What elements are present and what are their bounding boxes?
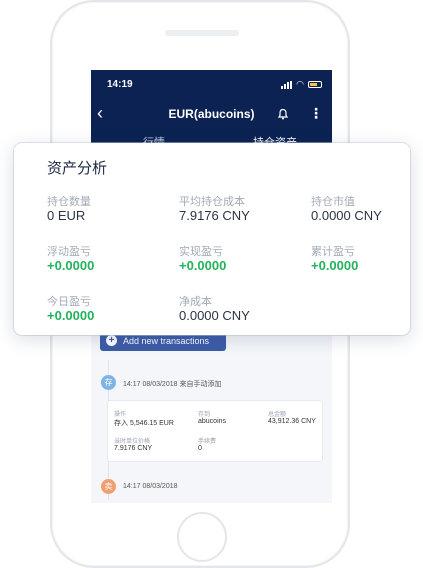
field-label-unit-price: 当时单位价格 bbox=[114, 439, 151, 445]
stat-label-holding-quantity: 持仓数量 bbox=[47, 196, 91, 208]
stat-label-average-cost: 平均持仓成本 bbox=[179, 196, 245, 208]
battery-icon bbox=[308, 81, 322, 88]
home-button[interactable] bbox=[177, 512, 227, 562]
stat-value-net-cost: 0.0000 CNY bbox=[179, 308, 250, 323]
field-value-deposit-to: abucoins bbox=[198, 418, 227, 425]
wifi-icon: ◠ bbox=[296, 79, 304, 89]
field-value-total: 43,912.36 CNY bbox=[268, 418, 316, 425]
stat-value-market-value: 0.0000 CNY bbox=[311, 208, 382, 223]
timeline-entry-text: 14:17 08/03/2018 来自手动添加 bbox=[123, 381, 222, 388]
stat-label-floating-pnl: 浮动盈亏 bbox=[47, 246, 91, 258]
stat-value-holding-quantity: 0 EUR bbox=[47, 208, 86, 223]
stat-label-net-cost: 净成本 bbox=[179, 296, 212, 308]
stat-label-cumulative-pnl: 累计盈亏 bbox=[311, 246, 355, 258]
page-title: EUR(abucoins) bbox=[168, 107, 255, 121]
stat-label-today-pnl: 今日盈亏 bbox=[47, 296, 91, 308]
field-label-fee: 手续费 bbox=[198, 439, 217, 445]
stat-value-average-cost: 7.9176 CNY bbox=[179, 208, 250, 223]
card-title: 资产分析 bbox=[47, 160, 108, 177]
more-options-icon[interactable]: ⋮ bbox=[309, 104, 323, 122]
stat-label-market-value: 持仓市值 bbox=[311, 196, 355, 208]
app-header: 14:19 ◠ ‹ EUR(abucoins) ⋮ 行情 持仓资产 bbox=[91, 70, 332, 149]
stat-value-realized-pnl: +0.0000 bbox=[179, 258, 227, 273]
field-value-operation: 存入 5,546.15 EUR bbox=[114, 420, 174, 427]
status-icons: ◠ bbox=[281, 79, 322, 90]
transaction-card[interactable]: 操作 存入 5,546.15 EUR 存到 abucoins 总金额 43,91… bbox=[107, 400, 323, 462]
stat-value-floating-pnl: +0.0000 bbox=[47, 258, 95, 273]
stat-value-today-pnl: +0.0000 bbox=[47, 308, 95, 323]
field-label-operation: 操作 bbox=[114, 412, 127, 418]
stat-label-realized-pnl: 实现盈亏 bbox=[179, 246, 223, 258]
field-value-unit-price: 7.9176 CNY bbox=[114, 445, 153, 452]
phone-speaker bbox=[165, 30, 239, 36]
deposit-badge: 存 bbox=[101, 375, 116, 390]
timeline-entry-text: 14:17 08/03/2018 bbox=[123, 483, 178, 490]
field-label-total: 总金额 bbox=[268, 412, 287, 418]
bell-icon[interactable] bbox=[277, 108, 289, 120]
field-value-fee: 0 bbox=[198, 445, 202, 452]
status-time: 14:19 bbox=[107, 79, 133, 90]
asset-analysis-card: 资产分析 持仓数量 0 EUR 平均持仓成本 7.9176 CNY 持仓市值 0… bbox=[14, 143, 410, 335]
plus-icon: + bbox=[106, 335, 117, 346]
sell-badge: 卖 bbox=[101, 479, 116, 494]
stat-value-cumulative-pnl: +0.0000 bbox=[311, 258, 359, 273]
add-transaction-label: Add new transactions bbox=[123, 335, 210, 346]
field-label-deposit-to: 存到 bbox=[198, 412, 211, 418]
signal-icon bbox=[281, 80, 293, 89]
